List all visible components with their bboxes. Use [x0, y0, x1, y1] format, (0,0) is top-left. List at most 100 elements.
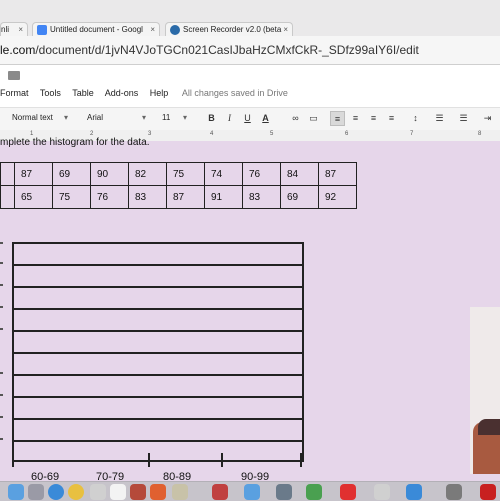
indent-icon[interactable]: ⇥: [480, 111, 495, 126]
menu-tools[interactable]: Tools: [40, 88, 61, 98]
instruction-text: mplete the histogram for the data.: [0, 137, 150, 148]
axis-tick: [0, 372, 3, 374]
tab-label: Untitled document - Googl: [50, 25, 143, 34]
ruler-mark: 7: [410, 131, 414, 137]
x-axis-tick: [148, 453, 150, 467]
close-icon[interactable]: ×: [18, 23, 23, 37]
grid-line: [14, 374, 302, 376]
link-icon[interactable]: ∞: [288, 111, 303, 126]
appstore-icon[interactable]: [340, 484, 356, 500]
close-icon[interactable]: ×: [283, 23, 288, 37]
menu-addons[interactable]: Add-ons: [105, 88, 139, 98]
table-cell: 83: [242, 185, 281, 209]
x-axis-tick: [12, 453, 14, 467]
table-cell: 69: [52, 162, 91, 186]
menu-format[interactable]: Format: [0, 88, 29, 98]
grid-line: [14, 352, 302, 354]
music-icon[interactable]: [276, 484, 292, 500]
text-color-button[interactable]: A: [258, 111, 273, 126]
axis-tick: [0, 394, 3, 396]
ruler-mark: 8: [478, 131, 482, 137]
books-icon[interactable]: [306, 484, 322, 500]
justify-icon[interactable]: ≡: [384, 111, 399, 126]
bold-button[interactable]: B: [204, 111, 219, 126]
folder-icon[interactable]: [8, 71, 20, 80]
docs-icon: [37, 24, 47, 35]
appstore-a-icon[interactable]: [406, 484, 422, 500]
table-cell: 87: [14, 162, 53, 186]
table-row: 65 75 76 83 87 91 83 69 92: [0, 185, 357, 209]
grid-line: [14, 418, 302, 420]
axis-tick: [0, 284, 3, 286]
table-cell: 82: [128, 162, 167, 186]
launchpad-icon[interactable]: [28, 484, 44, 500]
x-axis-tick: [221, 453, 223, 467]
notes-icon[interactable]: [130, 484, 146, 500]
grid-line: [14, 330, 302, 332]
table-cell: 65: [14, 185, 53, 209]
browser-tab-docs[interactable]: Untitled document - Googl ×: [32, 22, 160, 37]
table-cell: [0, 162, 15, 186]
facetime-icon[interactable]: [244, 484, 260, 500]
safari-icon[interactable]: [48, 484, 64, 500]
finder-icon[interactable]: [8, 484, 24, 500]
grid-line: [14, 286, 302, 288]
reminders-icon[interactable]: [150, 484, 166, 500]
webcam-preview: [470, 307, 500, 474]
italic-button[interactable]: I: [222, 111, 237, 126]
line-spacing-icon[interactable]: ↕: [408, 111, 423, 126]
chevron-down-icon[interactable]: ▾: [142, 113, 146, 122]
font-size-select[interactable]: 11: [162, 113, 170, 122]
save-status: All changes saved in Drive: [181, 88, 288, 98]
messages-icon[interactable]: [212, 484, 228, 500]
chevron-down-icon[interactable]: ▾: [64, 113, 68, 122]
close-icon[interactable]: ×: [150, 23, 155, 37]
settings-icon[interactable]: [446, 484, 462, 500]
x-axis-tick: [300, 453, 302, 467]
chevron-down-icon[interactable]: ▾: [183, 113, 187, 122]
align-right-icon[interactable]: ≡: [366, 111, 381, 126]
bulleted-list-icon[interactable]: ☰: [456, 111, 471, 126]
table-cell: 87: [318, 162, 357, 186]
calendar-icon[interactable]: [110, 484, 126, 500]
table-cell: 76: [242, 162, 281, 186]
chrome-icon[interactable]: [68, 484, 84, 500]
align-center-icon[interactable]: ≡: [348, 111, 363, 126]
ruler-mark: 4: [210, 131, 214, 137]
address-bar[interactable]: le.com/document/d/1jvN4VJoTGCn021CasIJba…: [0, 36, 500, 65]
table-cell: 75: [166, 162, 205, 186]
docs-toolbar: Normal text ▾ Arial ▾ 11 ▾ B I U A ∞ ▭ ≡…: [0, 107, 500, 131]
axis-tick: [0, 306, 3, 308]
style-select[interactable]: Normal text: [12, 113, 53, 122]
tab-label: nli: [1, 25, 10, 34]
table-cell: 91: [204, 185, 243, 209]
axis-tick: [0, 262, 3, 264]
axis-tick: [0, 328, 3, 330]
x-axis: [12, 460, 302, 462]
menu-help[interactable]: Help: [150, 88, 169, 98]
numbered-list-icon[interactable]: ☰: [432, 111, 447, 126]
histogram-grid: [12, 242, 304, 462]
table-row: 87 69 90 82 75 74 76 84 87: [0, 162, 357, 186]
browser-tab-1[interactable]: nli ×: [0, 22, 28, 37]
comment-icon[interactable]: ▭: [306, 111, 321, 126]
menu-table[interactable]: Table: [72, 88, 94, 98]
ruler-mark: 5: [270, 131, 274, 137]
align-left-icon[interactable]: ≡: [330, 111, 345, 126]
table-cell: 75: [52, 185, 91, 209]
preferences-icon[interactable]: [374, 484, 390, 500]
axis-tick: [0, 438, 3, 440]
underline-button[interactable]: U: [240, 111, 255, 126]
grid-line: [14, 440, 302, 442]
ruler-mark: 6: [345, 131, 349, 137]
grid-line: [14, 264, 302, 266]
photos-icon[interactable]: [90, 484, 106, 500]
url-text[interactable]: le.com/document/d/1jvN4VJoTGCn021CasIJba…: [0, 43, 419, 57]
table-cell: 90: [90, 162, 129, 186]
table-cell: 74: [204, 162, 243, 186]
maps-icon[interactable]: [172, 484, 188, 500]
font-select[interactable]: Arial: [87, 113, 103, 122]
docs-header: [0, 65, 500, 107]
browser-tab-recorder[interactable]: Screen Recorder v2.0 (beta ×: [165, 22, 293, 37]
acrobat-icon[interactable]: [480, 484, 496, 500]
